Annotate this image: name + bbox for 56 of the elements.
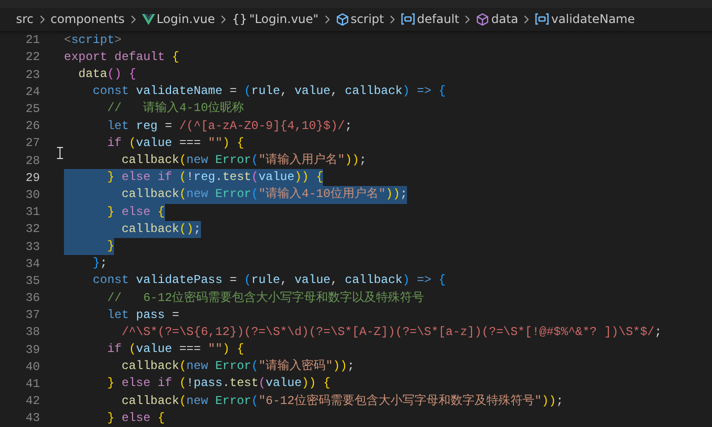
code-line: let reg = /(^[a-zA-Z0-9]{4,10}$)/; bbox=[106, 118, 352, 135]
code-line: callback(new Error("6-12位密码需要包含大小写字母和数字及特殊符号")); bbox=[120, 392, 564, 410]
code-line: <script> bbox=[64, 32, 122, 49]
breadcrumb-item[interactable]: src bbox=[16, 12, 34, 26]
code-line: export default { bbox=[64, 48, 180, 66]
code-line: let pass = bbox=[106, 306, 180, 324]
line-number: 23 bbox=[24, 68, 40, 82]
breadcrumb-item[interactable]: script bbox=[350, 12, 384, 26]
variable-icon bbox=[401, 13, 416, 26]
line-number: 30 bbox=[24, 188, 40, 202]
line-number: 38 bbox=[24, 325, 40, 340]
breadcrumb-item[interactable]: "Login.vue" bbox=[249, 12, 319, 26]
line-number: 32 bbox=[24, 222, 40, 236]
code-line: callback(new Error("请输入用户名")); bbox=[120, 152, 366, 169]
line-number: 26 bbox=[24, 119, 40, 134]
line-number: 41 bbox=[24, 377, 40, 392]
line-number: 22 bbox=[24, 50, 40, 64]
line-number: 25 bbox=[24, 102, 40, 116]
braces-symbol: {} bbox=[232, 12, 248, 26]
code-line: const validateName = (rule, value, callback) => { bbox=[92, 83, 446, 100]
breadcrumb-item[interactable]: default bbox=[417, 12, 460, 26]
code-line: if (value === "") { bbox=[106, 341, 244, 358]
line-number: 42 bbox=[24, 394, 40, 408]
line-number: 27 bbox=[24, 136, 40, 150]
line-number: 34 bbox=[24, 256, 40, 271]
variable-icon bbox=[535, 13, 550, 26]
line-number: 21 bbox=[24, 33, 40, 48]
code-line: // 请输入4-10位昵称 bbox=[106, 100, 244, 118]
text-cursor-icon bbox=[57, 146, 63, 159]
breadcrumb-item[interactable]: Login.vue bbox=[156, 12, 215, 26]
code-line: }; bbox=[92, 255, 108, 272]
code-line: /^\S*(?=\S{6,12})(?=\S*\d)(?=\S*[A-Z])(?=\S*[a-z])(?=\S*[!@#$%^&*? ])\S*$/; bbox=[120, 324, 662, 341]
line-number: 29 bbox=[24, 170, 40, 185]
line-number: 35 bbox=[24, 274, 40, 288]
vue-logo-icon bbox=[142, 14, 155, 25]
breadcrumb-item[interactable]: components bbox=[50, 12, 125, 26]
line-number: 43 bbox=[24, 411, 40, 426]
line-number: 28 bbox=[24, 154, 40, 168]
line-number: 36 bbox=[24, 291, 40, 306]
code-line: } else if (!pass.test(value)) { bbox=[106, 375, 330, 392]
line-number: 40 bbox=[24, 360, 40, 374]
code-line: // 6-12位密码需要包含大小写字母和数字以及特殊符号 bbox=[106, 290, 424, 306]
code-line: } else { bbox=[106, 410, 165, 427]
line-number: 37 bbox=[24, 308, 40, 322]
breadcrumb-item[interactable]: validateName bbox=[551, 12, 635, 26]
line-number: 39 bbox=[24, 342, 40, 357]
code-line: callback(new Error("请输入密码")); bbox=[120, 358, 354, 376]
code-line: data() { bbox=[77, 66, 136, 84]
line-number: 31 bbox=[24, 205, 40, 220]
code-line: if (value === "") { bbox=[106, 134, 244, 152]
line-number: 24 bbox=[24, 84, 40, 99]
code-line: const validatePass = (rule, value, callback) => { bbox=[92, 272, 446, 290]
breadcrumb-item[interactable]: data bbox=[491, 12, 518, 26]
cube-icon bbox=[476, 12, 490, 26]
line-number: 33 bbox=[24, 240, 40, 254]
cube-icon bbox=[336, 12, 349, 26]
